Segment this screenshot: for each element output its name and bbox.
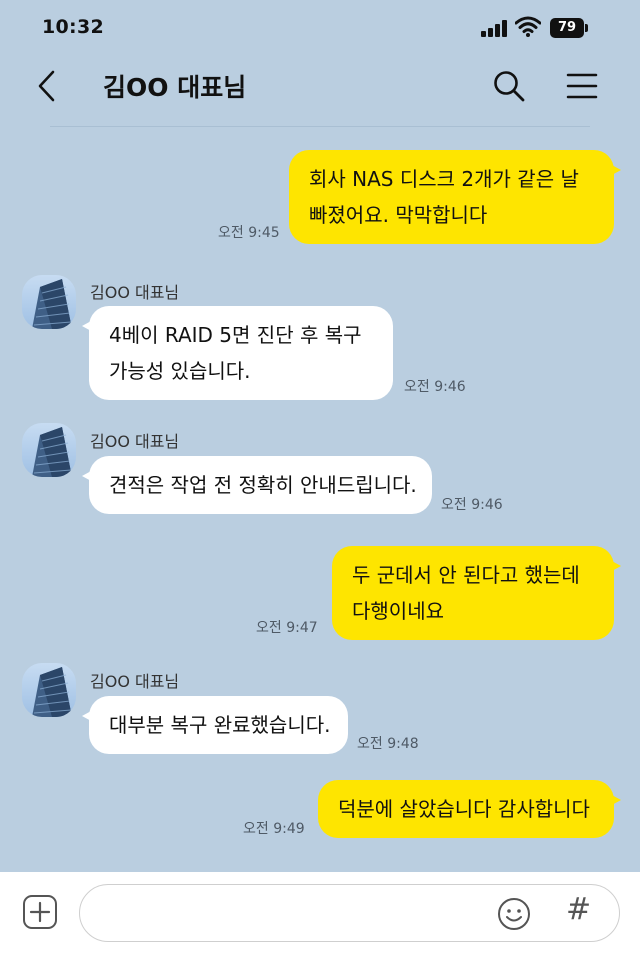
chevron-left-icon[interactable] bbox=[28, 66, 68, 106]
message-time: 오전 9:46 bbox=[404, 379, 466, 395]
clock: 10:32 bbox=[42, 16, 104, 38]
message-bubble-theirs[interactable]: 견적은 작업 전 정확히 안내드립니다. bbox=[82, 456, 432, 514]
battery-tip bbox=[585, 24, 588, 32]
message-line: 빠졌어요. 막막합니다 bbox=[309, 203, 488, 227]
message-bubble-mine[interactable]: 두 군데서 안 된다고 했는데 다행이네요 bbox=[332, 546, 621, 640]
avatar[interactable] bbox=[22, 275, 76, 329]
message-bubble-theirs[interactable]: 4베이 RAID 5면 진단 후 복구 가능성 있습니다. bbox=[82, 306, 393, 400]
message-field[interactable] bbox=[79, 884, 620, 942]
building-photo-icon bbox=[32, 667, 72, 717]
sender-name: 김OO 대표님 bbox=[90, 672, 180, 691]
sender-name: 김OO 대표님 bbox=[90, 283, 180, 302]
message-time: 오전 9:46 bbox=[441, 497, 503, 513]
message-input[interactable] bbox=[100, 897, 494, 931]
message-time: 오전 9:49 bbox=[243, 821, 305, 837]
message-line: 대부분 복구 완료했습니다. bbox=[109, 713, 331, 737]
wifi-icon bbox=[515, 16, 541, 37]
message-bubble-theirs[interactable]: 대부분 복구 완료했습니다. bbox=[82, 696, 348, 754]
message-line: 회사 NAS 디스크 2개가 같은 날 bbox=[309, 167, 579, 191]
message-line: 두 군데서 안 된다고 했는데 bbox=[352, 563, 580, 587]
avatar[interactable] bbox=[22, 423, 76, 477]
message-input-bar: # bbox=[0, 872, 640, 960]
building-photo-icon bbox=[32, 427, 72, 477]
message-line: 견적은 작업 전 정확히 안내드립니다. bbox=[109, 473, 417, 497]
message-bubble-mine[interactable]: 회사 NAS 디스크 2개가 같은 날 빠졌어요. 막막합니다 bbox=[289, 150, 621, 244]
message-line: 가능성 있습니다. bbox=[109, 359, 251, 383]
header-divider bbox=[50, 126, 590, 127]
avatar[interactable] bbox=[22, 663, 76, 717]
chat-title: 김OO 대표님 bbox=[103, 73, 247, 102]
message-line: 덕분에 살았습니다 감사합니다 bbox=[338, 797, 590, 821]
plus-square-icon[interactable] bbox=[22, 894, 58, 930]
hash-icon[interactable]: # bbox=[566, 892, 591, 927]
signal-icon bbox=[481, 19, 511, 37]
smiley-icon[interactable] bbox=[496, 896, 532, 932]
battery-level: 79 bbox=[557, 20, 577, 35]
message-bubble-mine[interactable]: 덕분에 살았습니다 감사합니다 bbox=[318, 780, 621, 838]
message-line: 다행이네요 bbox=[352, 599, 444, 623]
sender-name: 김OO 대표님 bbox=[90, 432, 180, 451]
hamburger-menu-icon[interactable] bbox=[562, 66, 602, 106]
chat-header: 김OO 대표님 bbox=[0, 56, 640, 126]
status-bar: 10:32 79 bbox=[0, 0, 640, 56]
message-time: 오전 9:47 bbox=[256, 620, 318, 636]
message-time: 오전 9:48 bbox=[357, 736, 419, 752]
battery-icon: 79 bbox=[550, 18, 584, 38]
building-photo-icon bbox=[32, 279, 72, 329]
message-time: 오전 9:45 bbox=[218, 225, 280, 241]
message-line: 4베이 RAID 5면 진단 후 복구 bbox=[109, 323, 362, 347]
search-icon[interactable] bbox=[489, 66, 529, 106]
